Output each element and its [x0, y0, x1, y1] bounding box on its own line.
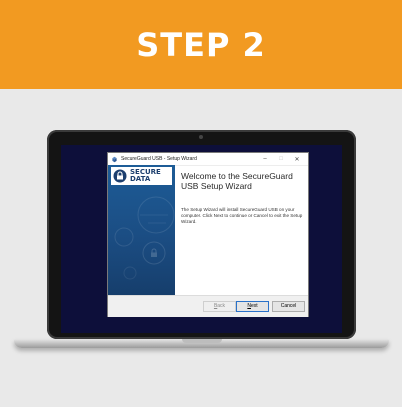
next-button[interactable]: Next [236, 301, 269, 312]
camera-icon [199, 135, 203, 139]
close-button[interactable]: ✕ [289, 156, 305, 163]
logo-line-2: DATA [130, 175, 151, 183]
back-label: ack [217, 303, 226, 309]
minimize-button[interactable]: – [257, 156, 273, 162]
next-label: ext [250, 303, 258, 309]
logo-text: SECURE DATA [130, 169, 161, 183]
cancel-button[interactable]: Cancel [272, 301, 305, 312]
laptop-base [14, 339, 389, 348]
window-title: SecureGuard USB - Setup Wizard [121, 156, 197, 162]
wizard-body: SECURE DATA Welcome to the SecureGuard U… [108, 165, 308, 295]
secure-data-logo: SECURE DATA [111, 167, 172, 185]
step-title: STEP 2 [136, 25, 266, 64]
lock-icon [151, 248, 157, 257]
welcome-description: The Setup Wizard will install SecureGuar… [181, 207, 303, 224]
welcome-heading: Welcome to the SecureGuard USB Setup Wiz… [181, 171, 293, 191]
wizard-side-panel: SECURE DATA [108, 165, 175, 295]
wizard-footer: Back Next Cancel [108, 295, 308, 317]
wizard-main-content: Welcome to the SecureGuard USB Setup Wiz… [181, 171, 303, 225]
maximize-button[interactable]: □ [273, 156, 289, 162]
laptop-lid: SecureGuard USB - Setup Wizard – □ ✕ SEC… [47, 130, 356, 339]
app-icon [112, 156, 117, 162]
secure-data-logo-icon [113, 169, 127, 183]
step-banner: STEP 2 [0, 0, 402, 89]
setup-wizard-window: SecureGuard USB - Setup Wizard – □ ✕ SEC… [108, 153, 308, 317]
laptop-screen: SecureGuard USB - Setup Wizard – □ ✕ SEC… [61, 145, 342, 333]
laptop-notch [182, 339, 222, 343]
back-button[interactable]: Back [203, 301, 236, 312]
